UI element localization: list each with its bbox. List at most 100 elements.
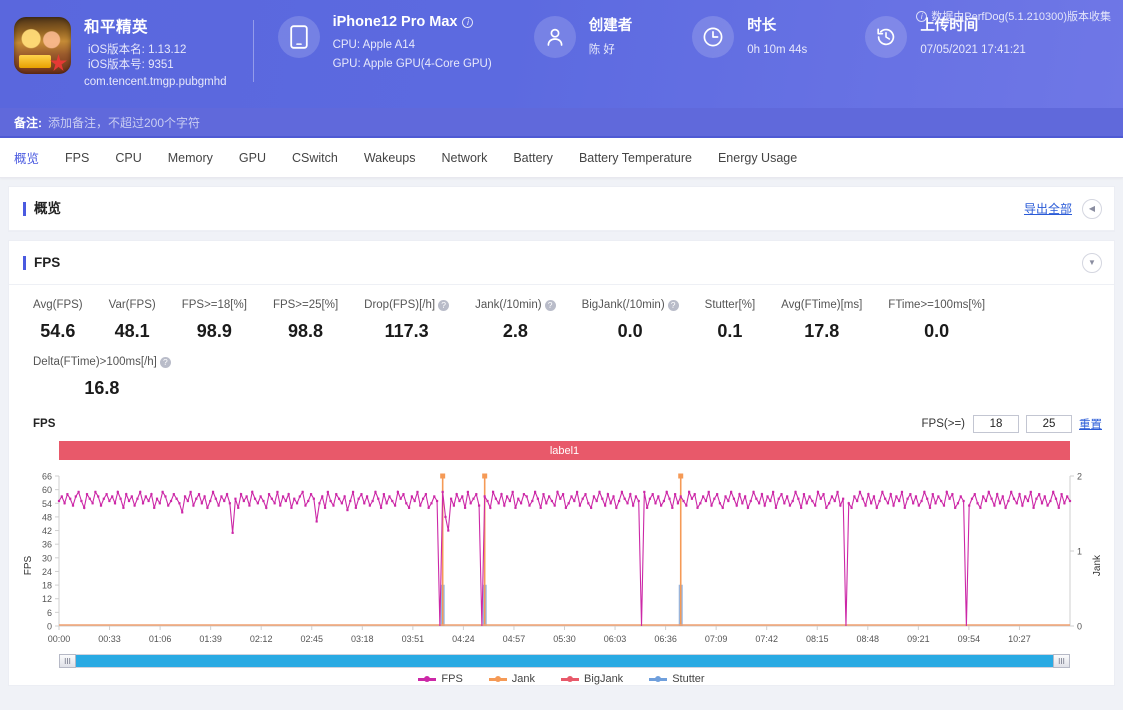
legend-item-fps[interactable]: FPS	[418, 673, 462, 685]
device-info-block: iPhone12 Pro Max i CPU: Apple A14 GPU: A…	[278, 14, 492, 72]
help-icon[interactable]: ?	[438, 300, 449, 311]
fps-point	[327, 491, 329, 493]
fps-point	[708, 491, 710, 493]
fps-point	[1052, 491, 1054, 493]
fps-metrics-row-2: Delta(FTime)>100ms[/h]?16.8	[9, 356, 1114, 399]
fps-point	[344, 495, 346, 497]
fps-point	[377, 498, 379, 500]
fps-point	[1018, 493, 1020, 495]
fps-point	[229, 502, 231, 504]
help-icon[interactable]: ?	[545, 300, 556, 311]
y-tick-label-right: 1	[1077, 547, 1082, 557]
fps-point	[755, 498, 757, 500]
overview-collapse-button[interactable]: ◀	[1082, 199, 1102, 219]
reset-link[interactable]: 重置	[1079, 416, 1102, 432]
tab-cswitch[interactable]: CSwitch	[292, 151, 338, 165]
fps-point	[884, 498, 886, 500]
fps-point	[458, 500, 460, 502]
fps-point	[352, 491, 354, 493]
fps-point	[895, 495, 897, 497]
fps-point	[797, 498, 799, 500]
fps-point	[699, 502, 701, 504]
fps-point	[1032, 507, 1034, 509]
fps-plot-svg[interactable]: 061218243036424854606601200:0000:3301:06…	[9, 468, 1114, 650]
tab-cpu[interactable]: CPU	[115, 151, 141, 165]
metric-jank-10min: Jank(/10min)?2.8	[475, 299, 555, 342]
fps-point	[688, 491, 690, 493]
fps-point	[750, 500, 752, 502]
metric-value: 0.0	[924, 321, 949, 342]
tab-overview[interactable]: 概览	[14, 148, 39, 167]
fps-point	[803, 493, 805, 495]
fps-point	[142, 502, 144, 504]
fps-point	[83, 507, 85, 509]
help-icon[interactable]: ?	[160, 357, 171, 368]
tab-energy-usage[interactable]: Energy Usage	[718, 151, 797, 165]
remark-bar[interactable]: 备注: 添加备注，不超过200个字符	[0, 108, 1123, 138]
fps-point	[492, 491, 494, 493]
remark-input[interactable]: 添加备注，不超过200个字符	[48, 114, 200, 131]
fps-point	[741, 502, 743, 504]
fps-point	[733, 498, 735, 500]
scrollbar-right-handle[interactable]: III	[1053, 654, 1070, 668]
tab-battery[interactable]: Battery	[513, 151, 553, 165]
fps-point	[999, 502, 1001, 504]
fps-point	[848, 502, 850, 504]
fps-point	[834, 500, 836, 502]
help-icon[interactable]: ?	[668, 300, 679, 311]
fps-point	[960, 495, 962, 497]
user-icon	[534, 16, 576, 58]
fps-point	[878, 500, 880, 502]
fps-point	[204, 495, 206, 497]
fps-point	[335, 493, 337, 495]
fps-point	[405, 502, 407, 504]
export-all-link[interactable]: 导出全部	[1024, 200, 1072, 217]
y-tick-label-left: 12	[42, 594, 52, 604]
fps-threshold-low-input[interactable]	[973, 415, 1019, 433]
fps-point	[909, 493, 911, 495]
tab-wakeups[interactable]: Wakeups	[364, 151, 416, 165]
tab-fps[interactable]: FPS	[65, 151, 89, 165]
fps-point	[719, 502, 721, 504]
fps-point	[243, 500, 245, 502]
fps-collapse-button[interactable]: ▼	[1082, 253, 1102, 273]
scene-label-bar[interactable]: label1	[59, 441, 1070, 460]
legend-item-stutter[interactable]: Stutter	[649, 673, 704, 685]
tab-gpu[interactable]: GPU	[239, 151, 266, 165]
legend-label: Stutter	[672, 673, 704, 685]
fps-point	[898, 500, 900, 502]
fps-point	[593, 495, 595, 497]
os-version-name: iOS版本名: 1.13.12	[88, 43, 186, 58]
fps-point	[302, 491, 304, 493]
scrollbar-left-handle[interactable]: III	[59, 654, 76, 668]
fps-point	[890, 493, 892, 495]
tab-network[interactable]: Network	[441, 151, 487, 165]
metric-label: FTime>=100ms[%]	[888, 299, 985, 311]
fps-point	[178, 502, 180, 504]
fps-plot[interactable]: 061218243036424854606601200:0000:3301:06…	[9, 468, 1114, 650]
fps-point	[111, 495, 113, 497]
tab-memory[interactable]: Memory	[168, 151, 213, 165]
chart-scrollbar[interactable]: III III	[59, 654, 1070, 668]
fps-point	[122, 507, 124, 509]
fps-point	[318, 502, 320, 504]
fps-point	[601, 498, 603, 500]
x-tick-label: 07:09	[705, 634, 728, 644]
tab-battery-temperature[interactable]: Battery Temperature	[579, 151, 692, 165]
device-info-icon[interactable]: i	[462, 17, 473, 28]
fps-point	[918, 504, 920, 506]
fps-point	[794, 491, 796, 493]
fps-point	[257, 502, 259, 504]
fps-threshold-high-input[interactable]	[1026, 415, 1072, 433]
fps-point	[372, 500, 374, 502]
overview-panel-header: 概览 导出全部 ◀	[9, 187, 1114, 231]
legend-item-bigjank[interactable]: BigJank	[561, 673, 623, 685]
fps-point	[766, 495, 768, 497]
fps-point	[792, 500, 794, 502]
fps-point	[254, 498, 256, 500]
legend-item-jank[interactable]: Jank	[489, 673, 535, 685]
fps-point	[649, 498, 651, 500]
fps-point	[926, 498, 928, 500]
fps-point	[271, 498, 273, 500]
fps-point	[736, 504, 738, 506]
